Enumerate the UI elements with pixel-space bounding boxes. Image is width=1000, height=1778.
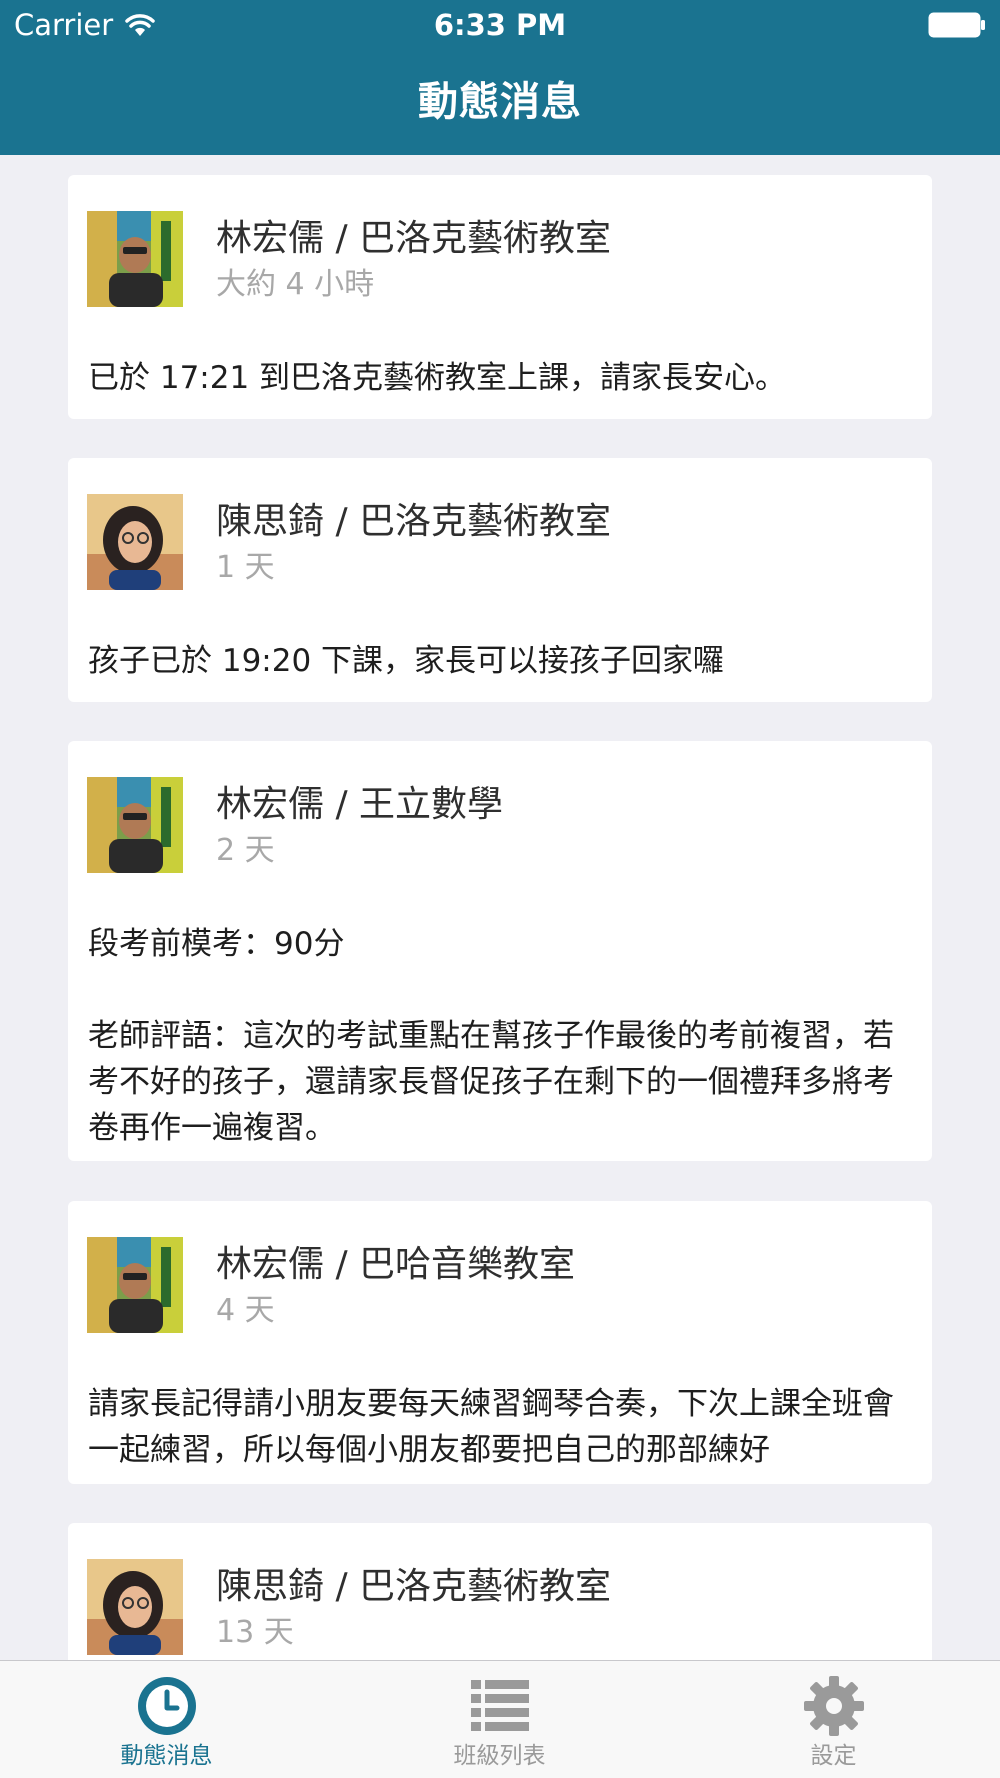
avatar <box>87 1559 183 1655</box>
feed-card[interactable]: 林宏儒 / 巴洛克藝術教室 大約 4 小時 已於 17:21 到巴洛克藝術教室上… <box>68 175 932 419</box>
tab-label: 班級列表 <box>453 1743 546 1769</box>
tab-news-feed[interactable]: 動態消息 <box>0 1661 333 1778</box>
page-title: 動態消息 <box>418 79 582 125</box>
tab-label: 動態消息 <box>120 1743 213 1769</box>
tab-class-list[interactable]: 班級列表 <box>333 1661 666 1778</box>
list-icon <box>471 1680 529 1731</box>
avatar <box>87 777 183 873</box>
teacher-female-photo <box>87 1559 183 1655</box>
tab-settings[interactable]: 設定 <box>667 1661 1000 1778</box>
avatar <box>87 1237 183 1333</box>
post-author: 林宏儒 / 王立數學 <box>216 784 504 825</box>
avatar <box>87 494 183 590</box>
post-author: 林宏儒 / 巴洛克藝術教室 <box>216 218 612 259</box>
post-author: 林宏儒 / 巴哈音樂教室 <box>216 1244 576 1285</box>
feed-card[interactable]: 陳思錡 / 巴洛克藝術教室 1 天 孩子已於 19:20 下課，家長可以接孩子回… <box>68 458 932 702</box>
tab-label: 設定 <box>810 1743 857 1769</box>
teacher-male-photo <box>87 211 183 307</box>
post-time: 大約 4 小時 <box>216 267 375 302</box>
teacher-male-photo <box>87 1237 183 1333</box>
news-feed[interactable]: 林宏儒 / 巴洛克藝術教室 大約 4 小時 已於 17:21 到巴洛克藝術教室上… <box>0 155 1000 1660</box>
post-time: 2 天 <box>216 833 275 868</box>
status-time: 6:33 PM <box>433 8 567 42</box>
post-time: 13 天 <box>216 1615 294 1650</box>
status-bar: Carrier 6:33 PM <box>0 0 1000 50</box>
post-time: 4 天 <box>216 1293 275 1328</box>
post-message: 孩子已於 19:20 下課，家長可以接孩子回家囉 <box>88 643 725 679</box>
header: Carrier 6:33 PM 動態消息 <box>0 0 1000 155</box>
teacher-male-photo <box>87 777 183 873</box>
tab-bar: 動態消息 班級列表 設定 <box>0 1660 1000 1778</box>
app-screen: Carrier 6:33 PM 動態消息 林宏儒 / 巴洛克藝術教室 大約 4 … <box>0 0 1000 1778</box>
post-author: 陳思錡 / 巴洛克藝術教室 <box>216 1566 612 1607</box>
avatar <box>87 211 183 307</box>
post-time: 1 天 <box>216 550 275 585</box>
gear-icon <box>804 1676 864 1736</box>
feed-card[interactable]: 林宏儒 / 巴哈音樂教室 4 天 請家長記得請小朋友要每天練習鋼琴合奏，下次上課… <box>68 1201 932 1484</box>
post-message: 已於 17:21 到巴洛克藝術教室上課，請家長安心。 <box>88 360 787 396</box>
post-author: 陳思錡 / 巴洛克藝術教室 <box>216 501 612 542</box>
battery-icon <box>928 12 985 38</box>
feed-card[interactable]: 陳思錡 / 巴洛克藝術教室 13 天 <box>68 1523 932 1660</box>
post-message: 段考前模考：90分 老師評語：這次的考試重點在幫孩子作最後的考前複習，若考不好的… <box>88 926 894 1146</box>
feed-card[interactable]: 林宏儒 / 王立數學 2 天 段考前模考：90分 老師評語：這次的考試重點在幫孩… <box>68 741 932 1161</box>
post-message: 請家長記得請小朋友要每天練習鋼琴合奏，下次上課全班會一起練習，所以每個小朋友都要… <box>88 1386 894 1468</box>
teacher-female-photo <box>87 494 183 590</box>
clock-icon <box>138 1677 196 1735</box>
